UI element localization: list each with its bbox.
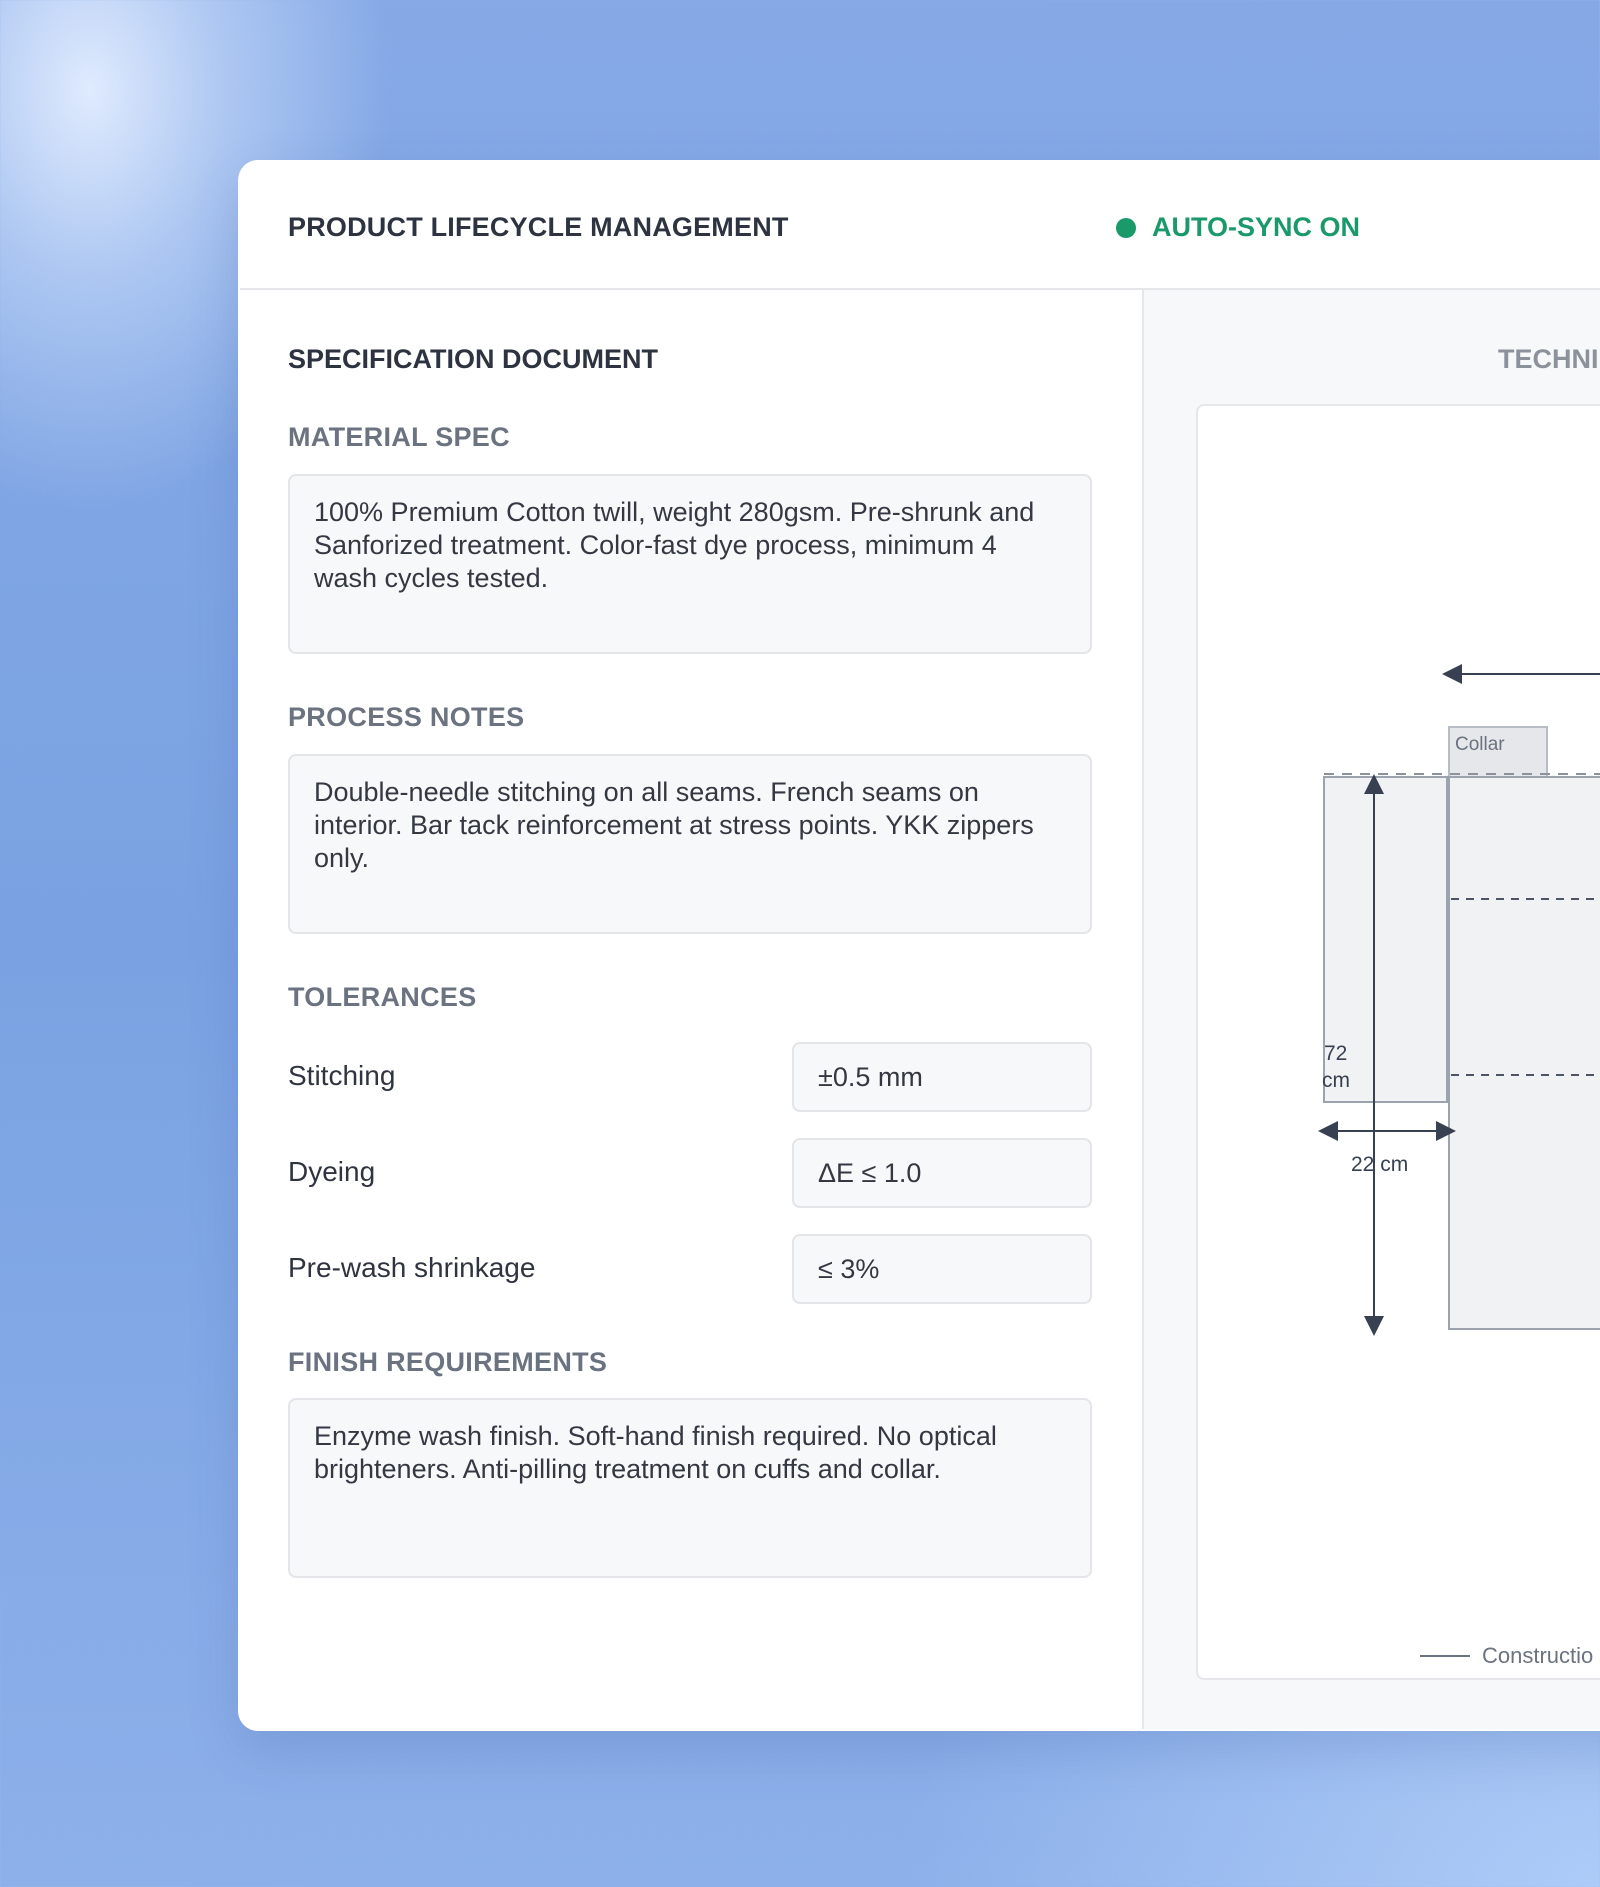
auto-sync-label: AUTO-SYNC ON: [1152, 212, 1361, 242]
tolerance-label-stitching: Stitching: [288, 1060, 396, 1091]
technical-drawing-panel: TECHNI Collar 72 cm 22 cm Constructio: [1142, 290, 1600, 1729]
tolerance-input-shrinkage[interactable]: ≤ 3%: [792, 1234, 1092, 1304]
drawing-canvas[interactable]: Collar 72 cm 22 cm: [1196, 404, 1600, 1680]
legend-label: Constructio: [1482, 1643, 1594, 1668]
technical-drawing-title: TECHNI: [1498, 344, 1599, 374]
tolerance-label-dyeing: Dyeing: [288, 1156, 376, 1187]
material-spec-field[interactable]: 100% Premium Cotton twill, weight 280gsm…: [288, 474, 1092, 654]
material-spec-label: MATERIAL SPEC: [288, 422, 510, 452]
process-notes-label: PROCESS NOTES: [288, 702, 525, 732]
specification-panel: SPECIFICATION DOCUMENT MATERIAL SPEC 100…: [240, 290, 1142, 1729]
drawing-legend: Constructio: [1420, 1643, 1593, 1669]
finish-requirements-label: FINISH REQUIREMENTS: [288, 1347, 608, 1377]
body-shape: [1448, 776, 1600, 1330]
tolerances-label: TOLERANCES: [288, 982, 477, 1012]
garment-sketch: Collar 72 cm 22 cm: [1318, 664, 1600, 1336]
collar-label: Collar: [1455, 734, 1505, 755]
app-title: PRODUCT LIFECYCLE MANAGEMENT: [288, 212, 789, 242]
process-notes-field[interactable]: Double-needle stitching on all seams. Fr…: [288, 754, 1092, 934]
width-label: 22 cm: [1351, 1153, 1408, 1176]
tolerance-input-dyeing[interactable]: ΔE ≤ 1.0: [792, 1138, 1092, 1208]
auto-sync-status[interactable]: AUTO-SYNC ON: [1116, 212, 1360, 243]
finish-requirements-field[interactable]: Enzyme wash finish. Soft-hand finish req…: [288, 1398, 1092, 1578]
spec-section-title: SPECIFICATION DOCUMENT: [288, 344, 658, 374]
plm-window: PRODUCT LIFECYCLE MANAGEMENT AUTO-SYNC O…: [238, 160, 1600, 1731]
length-unit-label: cm: [1322, 1069, 1350, 1092]
tolerance-input-stitching[interactable]: ±0.5 mm: [792, 1042, 1092, 1112]
length-value-label: 72: [1324, 1042, 1347, 1065]
tolerance-label-shrinkage: Pre-wash shrinkage: [288, 1252, 536, 1283]
legend-line-icon: [1420, 1655, 1470, 1657]
window-header: PRODUCT LIFECYCLE MANAGEMENT AUTO-SYNC O…: [240, 162, 1600, 290]
status-dot-icon: [1116, 217, 1136, 238]
